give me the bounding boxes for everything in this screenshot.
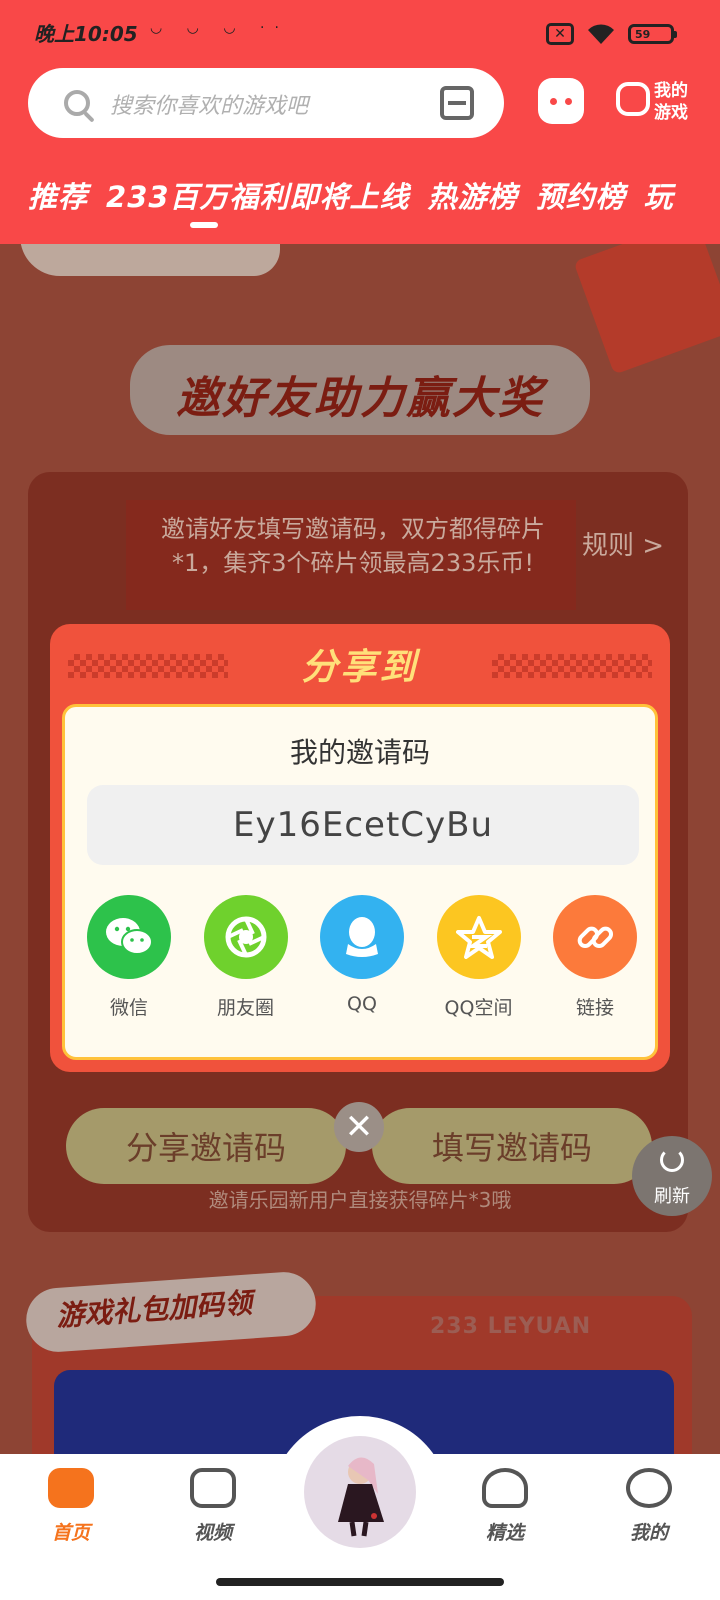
share-wechat[interactable]: 微信 (79, 895, 179, 1020)
fill-code-button[interactable]: 填写邀请码 (372, 1108, 652, 1184)
share-code-button[interactable]: 分享邀请码 (66, 1108, 346, 1184)
share-label: QQ (347, 993, 377, 1015)
share-moments[interactable]: 朋友圈 (196, 895, 296, 1020)
nav-label: 视频 (193, 1522, 232, 1544)
nav-label: 首页 (51, 1522, 90, 1544)
notification-icons: ◡ ◡ ◡ ·· (150, 20, 289, 36)
search-placeholder: 搜索你喜欢的游戏吧 (110, 94, 309, 119)
nav-mine[interactable]: 我的 (604, 1468, 694, 1545)
share-qzone[interactable]: QQ空间 (429, 895, 529, 1020)
share-label: 链接 (575, 997, 614, 1019)
my-games-label: 我的游戏 (654, 81, 688, 123)
invite-hint: 邀请乐园新用户直接获得碎片*3哦 (208, 1188, 512, 1212)
avatar[interactable] (304, 1436, 416, 1548)
tab-more[interactable]: 玩 (644, 174, 674, 216)
share-qq[interactable]: QQ (312, 895, 412, 1020)
share-label: QQ空间 (444, 997, 513, 1019)
gamepad-icon (616, 82, 650, 116)
qq-icon (320, 895, 404, 979)
event-title: 邀好友助力赢大奖 (176, 373, 544, 424)
active-tab-indicator (190, 222, 218, 228)
share-dialog: 分享到 我的邀请码 Ey16EcetCyBu 微信 朋友圈 QQ QQ空间 链接 (50, 624, 670, 1072)
heart-icon (482, 1468, 528, 1508)
video-icon (190, 1468, 236, 1508)
close-dialog-button[interactable]: ✕ (334, 1102, 384, 1152)
status-icons: ✕ 59 (546, 20, 677, 48)
tab-hot-games[interactable]: 热游榜 (428, 174, 518, 216)
search-bar[interactable]: 搜索你喜欢的游戏吧 (28, 68, 504, 138)
battery-icon: 59 (628, 24, 677, 44)
status-bar: 晚上10:05 ◡ ◡ ◡ ·· ✕ 59 (0, 0, 720, 64)
my-games-button[interactable]: 我的游戏 (616, 80, 690, 126)
search-icon (64, 90, 90, 116)
wechat-icon (87, 895, 171, 979)
nav-label: 我的 (629, 1522, 668, 1544)
home-indicator[interactable] (216, 1578, 504, 1586)
close-icon: ✕ (344, 1107, 374, 1147)
refresh-button[interactable]: 刷新 (632, 1136, 712, 1216)
share-label: 微信 (109, 997, 148, 1019)
qzone-icon (436, 895, 521, 979)
top-header: 晚上10:05 ◡ ◡ ◡ ·· ✕ 59 搜索你喜欢的游戏吧 我的游戏 推荐 … (0, 0, 720, 244)
status-time: 晚上10:05 (34, 22, 138, 46)
gamepad-icon (48, 1468, 94, 1508)
refresh-icon (660, 1148, 684, 1172)
invite-code-label: 我的邀请码 (289, 736, 430, 769)
scan-icon[interactable] (440, 86, 474, 120)
message-icon[interactable] (538, 78, 584, 124)
moments-icon (203, 895, 288, 979)
share-label: 朋友圈 (216, 997, 274, 1019)
dialog-body: 我的邀请码 Ey16EcetCyBu 微信 朋友圈 QQ QQ空间 链接 (62, 704, 658, 1060)
nav-video[interactable]: 视频 (168, 1468, 258, 1545)
battery-level: 59 (635, 27, 651, 41)
share-link[interactable]: 链接 (545, 895, 645, 1020)
event-description: 邀请好友填写邀请码，双方都得碎片*1，集齐3个碎片领最高233乐币! (161, 515, 545, 577)
nav-featured[interactable]: 精选 (460, 1468, 550, 1545)
wifi-icon (588, 24, 614, 44)
profile-icon (626, 1468, 672, 1508)
rules-link[interactable]: 规则 > (582, 525, 664, 562)
sim-off-icon: ✕ (546, 23, 574, 45)
dialog-title: 分享到 (301, 647, 419, 688)
nav-home[interactable]: 首页 (26, 1468, 116, 1545)
category-tabs: 推荐 233百万福利即将上线 热游榜 预约榜 玩 (28, 174, 674, 216)
invite-code-field[interactable]: Ey16EcetCyBu (87, 785, 639, 865)
nav-label: 精选 (485, 1522, 524, 1544)
link-icon (553, 895, 637, 979)
brand-label: 233 LEYUAN (430, 1314, 592, 1339)
tab-reservation[interactable]: 预约榜 (536, 174, 626, 216)
tab-233-welfare[interactable]: 233百万福利即将上线 (106, 174, 410, 216)
tab-recommend[interactable]: 推荐 (28, 174, 88, 216)
share-targets: 微信 朋友圈 QQ QQ空间 链接 (79, 895, 645, 1020)
refresh-label: 刷新 (654, 1186, 690, 1207)
